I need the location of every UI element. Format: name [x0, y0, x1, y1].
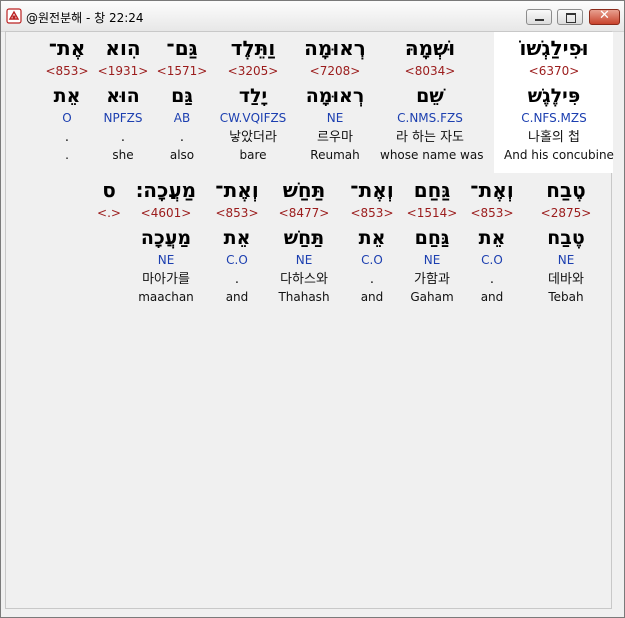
close-icon: ✕ [599, 8, 610, 23]
hebrew-word: וּפִילַגְשׁוֹ [519, 36, 589, 60]
hebrew-word: ס [102, 178, 116, 202]
english-gloss: whose name was [380, 148, 484, 162]
lemma: שֵׁם [416, 85, 444, 107]
english-gloss: And his concubine [504, 148, 614, 162]
analysis-pane[interactable]: וּפִילַגְשׁוֹ <6370> פִּילֶגֶשׁ C.NFS.MZ… [5, 31, 614, 609]
morphology-code: O [62, 111, 72, 125]
lemma [59, 226, 159, 250]
korean-gloss: 라 하는 자도 [395, 130, 465, 145]
lemma: פִּילֶגֶשׁ [527, 85, 581, 107]
hebrew-word: אֶת־ [48, 36, 86, 60]
english-gloss: . [65, 148, 69, 162]
strong-number: <853> [45, 64, 89, 78]
word-column[interactable]: ס <.> [59, 178, 159, 305]
word-column[interactable]: וּפִילַגְשׁוֹ <6370> פִּילֶגֶשׁ C.NFS.MZ… [504, 36, 614, 163]
morphology-code: C.NFS.MZS [521, 111, 587, 125]
word-column[interactable]: וּשְׁמָהּ <8034> שֵׁם C.NMS.FZS 라 하는 자도 … [380, 36, 484, 163]
window-title: @원전분해 - 창 22:24 [26, 11, 144, 25]
korean-gloss [59, 271, 159, 288]
maximize-button[interactable] [557, 9, 583, 25]
strong-number: <8034> [404, 64, 456, 78]
morphology-code [59, 252, 159, 268]
maximize-icon [566, 13, 576, 23]
app-icon [6, 8, 22, 24]
korean-gloss: . [64, 130, 70, 145]
minimize-icon [535, 19, 544, 21]
lemma: אֵת [53, 85, 81, 107]
hebrew-word: וּשְׁמָהּ [404, 36, 456, 60]
korean-gloss: 나홀의 첩 [528, 130, 580, 145]
morphology-code: C.NMS.FZS [397, 111, 463, 125]
app-window: @원전분해 - 창 22:24 ✕ וּפִילַגְשׁוֹ <6370> פ… [0, 0, 625, 618]
title-bar[interactable]: @원전분해 - 창 22:24 ✕ [1, 1, 624, 32]
close-button[interactable]: ✕ [589, 8, 620, 25]
english-gloss [59, 289, 159, 305]
strong-number: <6370> [528, 64, 580, 78]
strong-number: <.> [97, 206, 121, 220]
word-column[interactable]: אֶת־ <853> אֵת O . . [17, 36, 117, 163]
minimize-button[interactable] [526, 9, 552, 25]
window-bottom-edge [1, 609, 624, 617]
